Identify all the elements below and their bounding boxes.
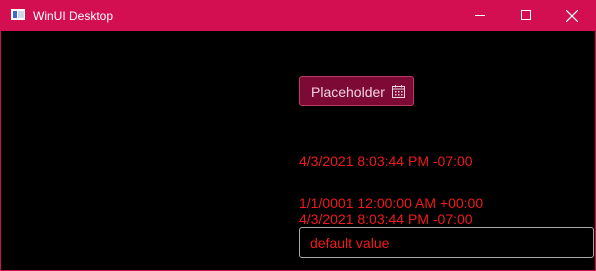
date-text-3: 4/3/2021 8:03:44 PM -07:00 xyxy=(299,211,473,227)
window-title: WinUI Desktop xyxy=(33,9,114,23)
minimize-button[interactable] xyxy=(457,1,503,31)
app-window: WinUI Desktop Placeholder 4/3/2021 8:03:… xyxy=(0,0,596,271)
date-text-2: 1/1/0001 12:00:00 AM +00:00 xyxy=(299,195,484,211)
maximize-icon xyxy=(521,10,531,20)
main-content: Placeholder 4/3/2021 8:03:44 PM -07:00 1… xyxy=(1,32,595,270)
calendar-icon xyxy=(392,85,405,98)
date-picker-button[interactable]: Placeholder xyxy=(299,76,414,106)
maximize-button[interactable] xyxy=(503,1,549,31)
text-input-box[interactable] xyxy=(299,227,594,258)
app-icon xyxy=(11,9,25,20)
close-icon xyxy=(566,10,578,22)
close-button[interactable] xyxy=(549,1,595,31)
text-input[interactable] xyxy=(300,228,593,257)
minimize-icon xyxy=(475,15,485,16)
date-picker-placeholder: Placeholder xyxy=(311,84,385,100)
title-bar[interactable]: WinUI Desktop xyxy=(1,1,595,31)
date-text-1: 4/3/2021 8:03:44 PM -07:00 xyxy=(299,153,473,169)
